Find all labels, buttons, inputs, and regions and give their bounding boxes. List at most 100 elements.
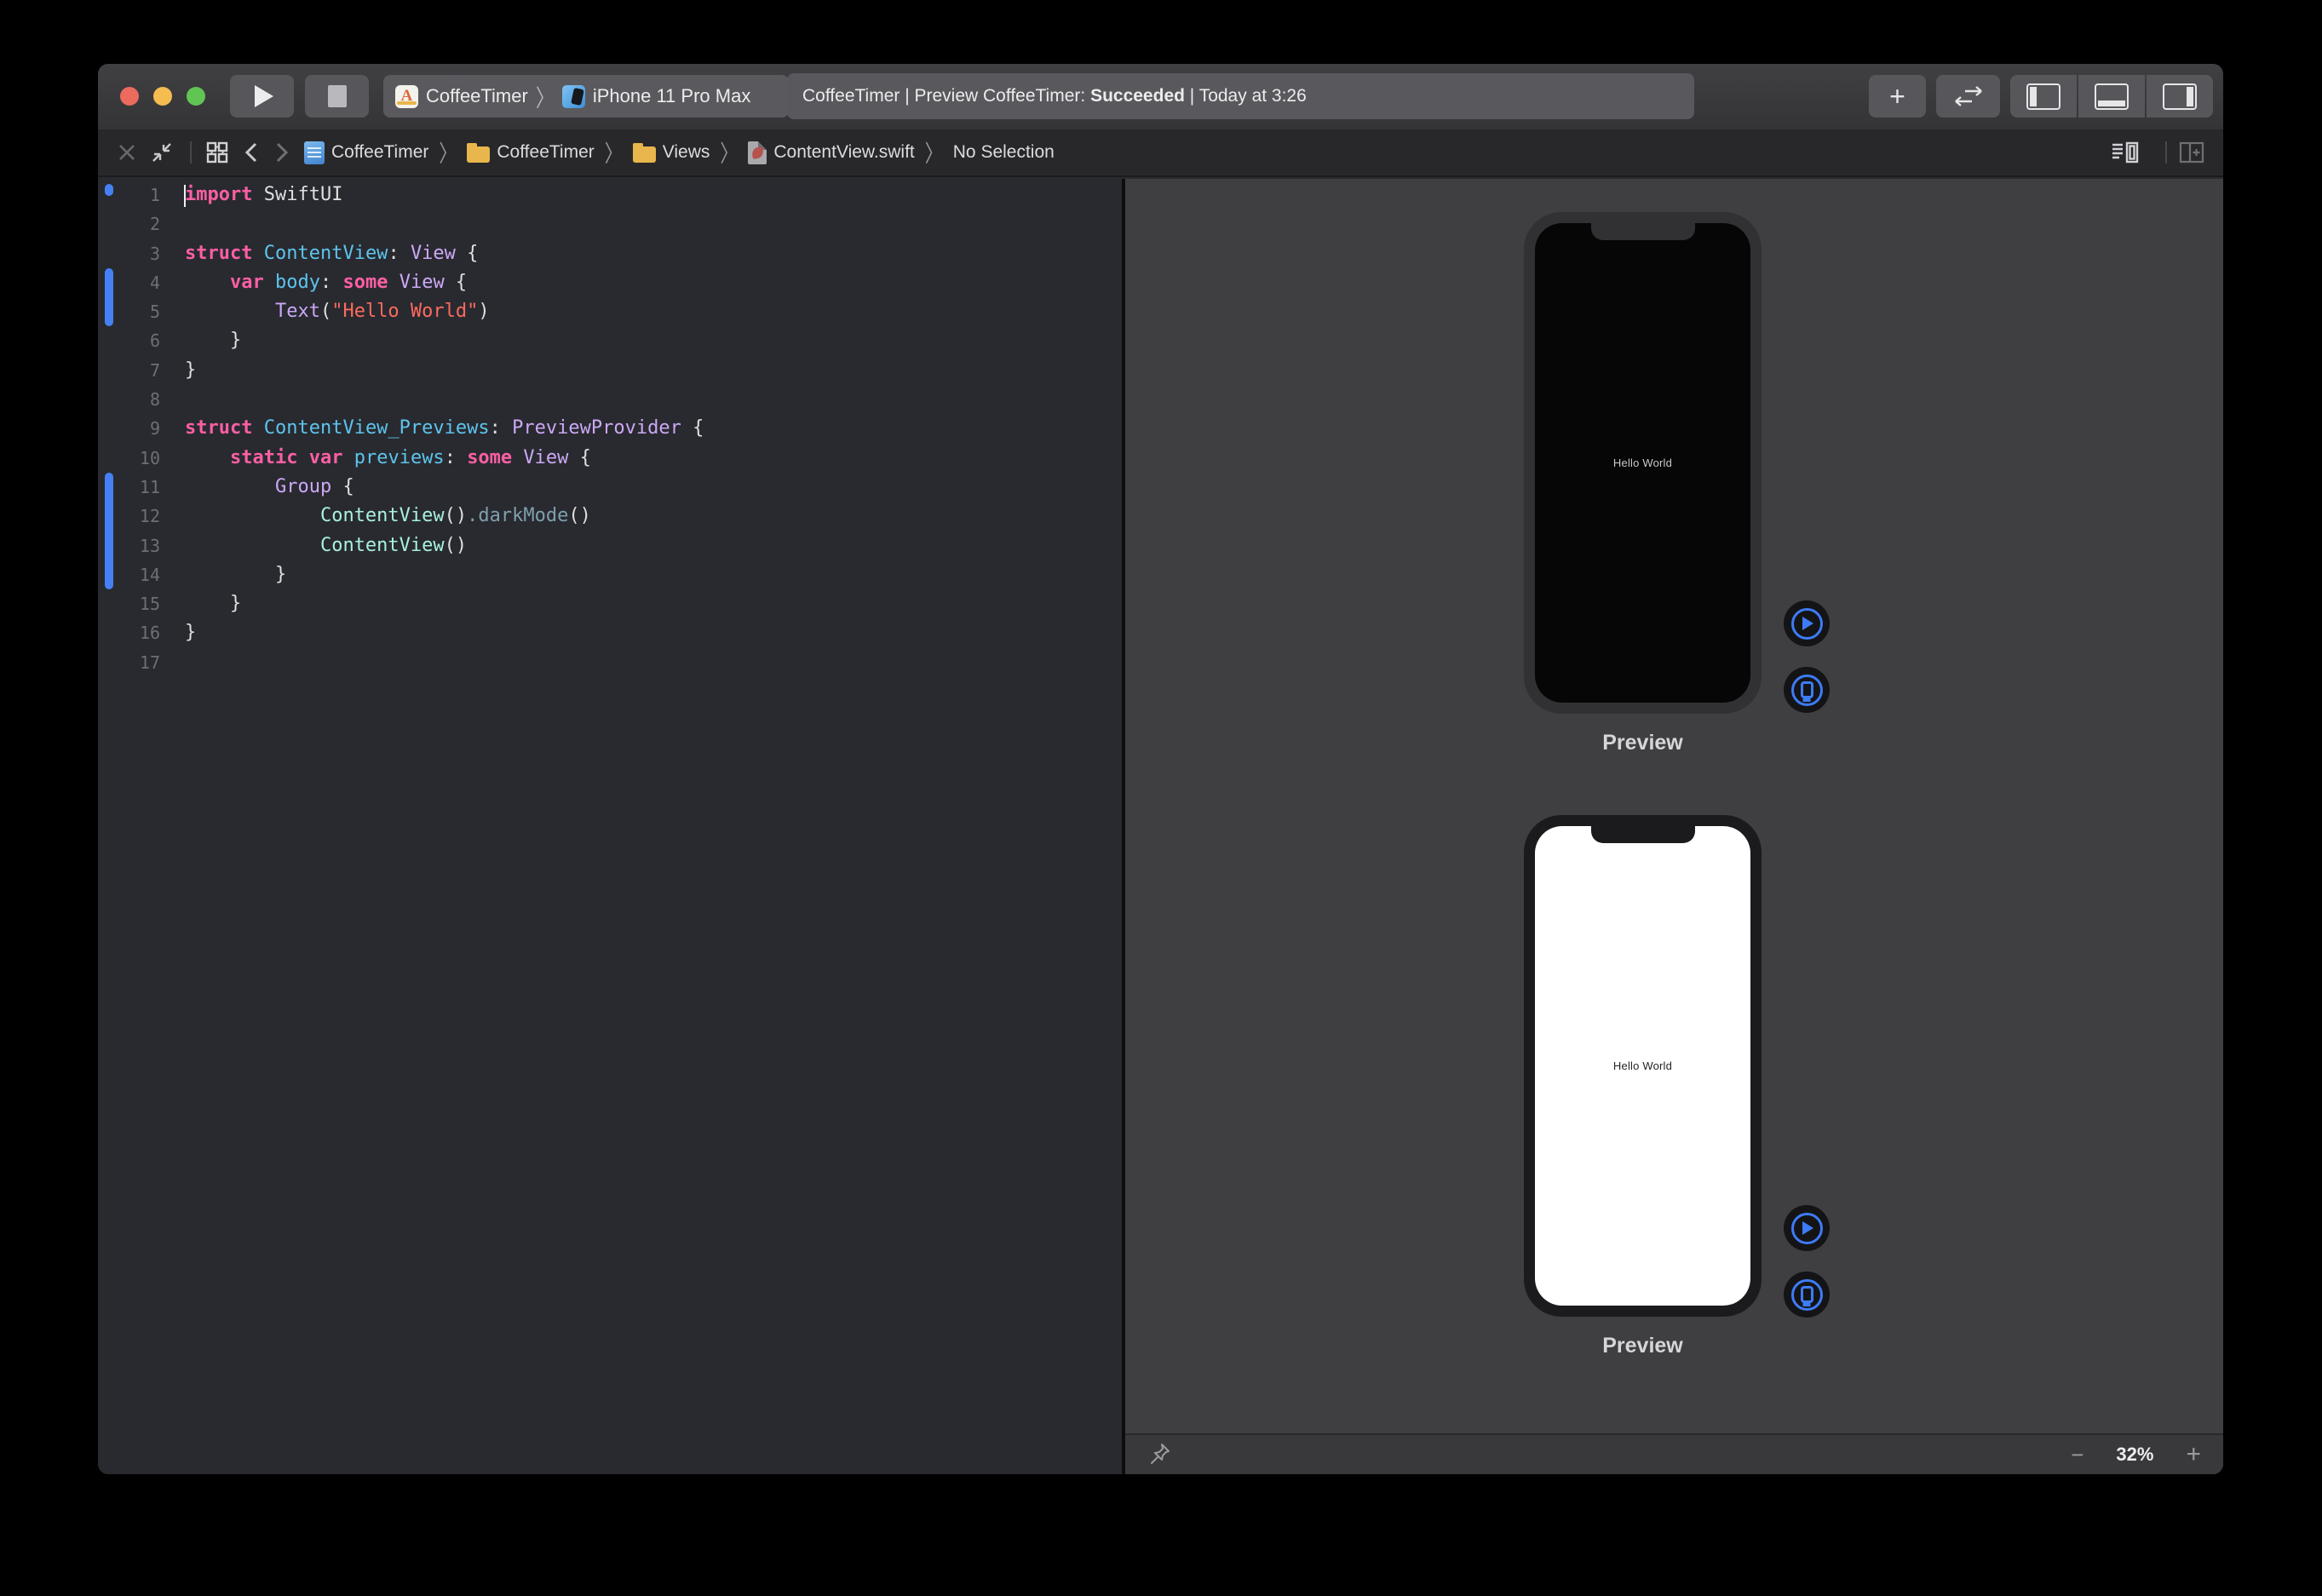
add-editor-button[interactable] [2179,141,2204,164]
live-preview-button[interactable] [1784,1205,1830,1251]
go-back-button[interactable] [243,141,260,164]
preview-text: Hello World [1613,456,1672,469]
jumpbar-right-controls [2111,141,2204,164]
run-button[interactable] [230,75,294,118]
scheme-selector[interactable]: A CoffeeTimer 〉 iPhone 11 Pro Max [383,75,789,118]
zoom-out-button[interactable]: − [2071,1442,2083,1468]
toggle-navigator-button[interactable] [2010,75,2077,118]
preview-label: Preview [1524,731,1762,755]
preview-phone-light: Hello World [1524,815,1762,1317]
scheme-chevron: 〉 [536,79,555,113]
line-number: 9 [98,414,160,443]
breadcrumb-label: No Selection [953,142,1055,163]
code-line: struct ContentView: View { [185,239,704,268]
related-items-button[interactable] [205,141,229,164]
breadcrumb-chevron: 〉 [439,136,457,169]
code-text: import SwiftUIstruct ContentView: View {… [185,181,704,677]
line-number: 17 [98,648,160,677]
breadcrumb-item[interactable]: Views [633,142,710,163]
zoom-level: 32% [2116,1444,2153,1466]
folder-icon [633,146,656,163]
zoom-controls: − 32% + [2071,1440,2223,1469]
text-cursor [184,185,186,207]
minimize-window-button[interactable] [153,87,172,106]
breadcrumb-item[interactable]: CoffeeTimer [467,142,594,163]
line-number: 11 [98,473,160,502]
phone-notch [1591,223,1695,240]
line-number: 8 [98,385,160,414]
zoom-in-button[interactable]: + [2186,1440,2201,1469]
breadcrumb: CoffeeTimer〉CoffeeTimer〉Views〉ContentVie… [304,140,1055,165]
toggle-debug-area-button[interactable] [2078,75,2145,118]
bottom-panel-icon [2095,83,2129,110]
line-number: 12 [98,502,160,531]
jumpbar-divider [190,141,192,164]
code-line: } [185,560,704,589]
breadcrumb-label: CoffeeTimer [497,142,594,163]
code-line: } [185,618,704,647]
code-line: struct ContentView_Previews: PreviewProv… [185,414,704,443]
code-line: Group { [185,473,704,502]
breadcrumb-label: CoffeeTimer [331,142,428,163]
line-number: 4 [98,268,160,297]
preview-on-device-button[interactable] [1784,667,1830,713]
plus-icon: + [1889,83,1905,110]
content-area: 1234567891011121314151617 import SwiftUI… [98,179,2223,1474]
canvas-bottom-bar: − 32% + [1125,1433,2223,1474]
preview-on-device-button[interactable] [1784,1272,1830,1318]
code-line: } [185,326,704,355]
phone-screen-light: Hello World [1535,826,1750,1306]
preview-label: Preview [1524,1334,1762,1358]
device-circle-icon [1791,675,1823,706]
breadcrumb-item[interactable]: CoffeeTimer [304,141,428,164]
go-forward-button[interactable] [273,141,290,164]
line-number: 15 [98,589,160,618]
device-circle-icon [1791,1279,1823,1311]
code-line [185,385,704,414]
line-number: 13 [98,531,160,560]
jumpbar-right-divider [2165,141,2167,164]
library-button[interactable]: + [1869,75,1926,118]
desktop: A CoffeeTimer 〉 iPhone 11 Pro Max Coffee… [0,0,2322,1596]
code-line: } [185,356,704,385]
breadcrumb-item[interactable]: ContentView.swift [748,141,914,164]
toggle-inspector-button[interactable] [2147,75,2213,118]
close-window-button[interactable] [120,87,139,106]
code-editor[interactable]: 1234567891011121314151617 import SwiftUI… [98,179,1122,1474]
breadcrumb-label: ContentView.swift [773,142,914,163]
preview-phone-dark: Hello World [1524,212,1762,714]
line-number: 6 [98,326,160,355]
line-number: 2 [98,210,160,238]
code-line: } [185,589,704,618]
close-editor-button[interactable] [117,142,137,163]
breadcrumb-label: Views [663,142,710,163]
code-line: ContentView().darkMode() [185,502,704,531]
status-text: CoffeeTimer | Preview CoffeeTimer: Succe… [802,86,1307,106]
breadcrumb-chevron: 〉 [925,136,943,169]
line-number: 7 [98,356,160,385]
breadcrumb-chevron: 〉 [605,136,623,169]
play-circle-icon [1791,1213,1823,1244]
scheme-destination: iPhone 11 Pro Max [593,85,750,107]
zoom-window-button[interactable] [187,87,205,106]
jump-bar: CoffeeTimer 〉 CoffeeTimer 〉 Views 〉 ContentVie… [98,129,2223,177]
project-icon [304,141,325,164]
swap-arrows-icon [1953,85,1984,107]
folder-icon [467,146,490,163]
line-number: 16 [98,618,160,647]
adjust-editor-options-button[interactable] [2111,141,2140,164]
pin-preview-button[interactable] [1149,1442,1171,1468]
minimize-editor-button[interactable] [151,141,173,164]
breadcrumb-item[interactable]: No Selection [953,142,1055,163]
phone-notch [1591,826,1695,843]
line-number: 1 [98,181,160,210]
toolbar: A CoffeeTimer 〉 iPhone 11 Pro Max Coffee… [98,64,2223,130]
preview-text: Hello World [1613,1059,1672,1072]
editor-mode-button[interactable] [1936,75,2000,118]
live-preview-button[interactable] [1784,600,1830,646]
scheme-project: CoffeeTimer [426,85,528,107]
line-number: 5 [98,297,160,326]
line-number-gutter: 1234567891011121314151617 [98,181,160,677]
stop-button[interactable] [305,75,369,118]
play-icon [255,85,273,107]
